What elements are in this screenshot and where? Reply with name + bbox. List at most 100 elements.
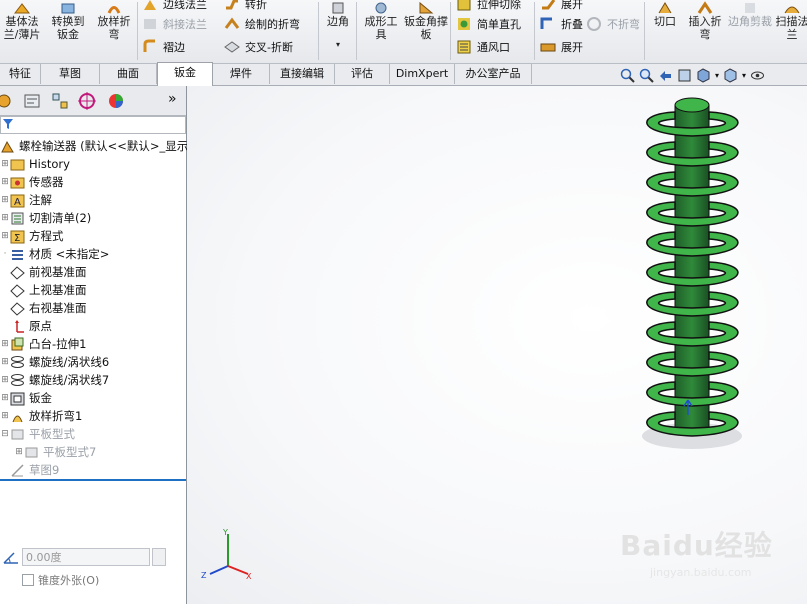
corner-trim-button[interactable]: 边角剪裁 <box>728 0 772 46</box>
tree-item-sketch9[interactable]: 草图9 <box>0 461 186 479</box>
tree-item-equations[interactable]: ⊞ Σ 方程式 <box>0 227 186 245</box>
expand-icon[interactable]: ⊞ <box>0 177 10 187</box>
corner-dropdown-icon[interactable]: ▾ <box>322 38 354 51</box>
fold-icon <box>540 17 552 29</box>
tab-weldments[interactable]: 焊件 <box>213 64 270 84</box>
expand-icon[interactable]: ⊞ <box>0 195 10 205</box>
expand-icon[interactable]: ⊞ <box>14 447 24 457</box>
tree-item-origin[interactable]: 原点 <box>0 317 186 335</box>
collapse-icon[interactable]: ⊟ <box>0 429 10 439</box>
configuration-manager-icon[interactable] <box>50 91 70 111</box>
simple-hole-button[interactable]: 简单直孔 <box>456 14 521 34</box>
expand-icon[interactable]: ⊞ <box>0 339 10 349</box>
tab-surfaces[interactable]: 曲面 <box>100 64 157 84</box>
no-bends-button[interactable]: 不折弯 <box>586 14 640 34</box>
insert-bends-button[interactable]: 插入折弯 <box>684 0 726 46</box>
flatten-button[interactable]: 展开 <box>540 37 583 57</box>
tree-item-flat-pattern[interactable]: ⊟ 平板型式 <box>0 425 186 443</box>
panel-divider[interactable] <box>0 479 186 481</box>
unfold-button[interactable]: 展开 <box>540 0 583 14</box>
tree-item-sensors[interactable]: ⊞ 传感器 <box>0 173 186 191</box>
panel-expand-icon[interactable]: » <box>168 91 177 107</box>
gusset-button[interactable]: 钣金角撑板 <box>404 0 448 46</box>
corner-button[interactable]: 边角 ▾ <box>322 0 354 49</box>
cross-break-button[interactable]: 交叉-折断 <box>224 37 293 57</box>
zoom-area-icon[interactable] <box>639 68 654 83</box>
rip-button[interactable]: 切口 <box>648 0 682 46</box>
tree-item-sheet-metal[interactable]: ⊞ 钣金 <box>0 389 186 407</box>
expand-icon[interactable]: ⊞ <box>0 411 10 421</box>
tree-item-label: 注解 <box>29 193 52 207</box>
hem-button[interactable]: 褶边 <box>142 37 185 57</box>
expand-icon[interactable]: ⊞ <box>0 213 10 223</box>
section-view-icon[interactable] <box>677 68 692 83</box>
tree-item-helix6[interactable]: ⊞ 螺旋线/涡状线6 <box>0 353 186 371</box>
sketched-bend-button[interactable]: 绘制的折弯 <box>224 14 300 34</box>
history-folder-icon <box>10 159 25 170</box>
corner-icon <box>332 2 344 14</box>
tree-item-label: 切割清单(2) <box>29 211 92 225</box>
annotations-folder-icon: A <box>10 194 25 208</box>
feature-tree-icon[interactable] <box>0 91 16 111</box>
taper-checkbox[interactable]: 锥度外张(O) <box>22 572 99 588</box>
tab-dimxpert[interactable]: DimXpert <box>390 64 455 84</box>
property-manager-icon[interactable] <box>22 91 42 111</box>
tree-item-boss-extrude1[interactable]: ⊞ 凸台-拉伸1 <box>0 335 186 353</box>
tab-sheet-metal[interactable]: 钣金 <box>157 62 213 86</box>
tree-item-front-plane[interactable]: 前视基准面 <box>0 263 186 281</box>
tree-item-label: 传感器 <box>29 175 64 189</box>
tab-sketch[interactable]: 草图 <box>41 64 100 84</box>
filter-icon <box>3 119 13 129</box>
tab-direct-editing[interactable]: 直接编辑 <box>270 64 335 84</box>
fold-button[interactable]: 折叠 <box>540 14 583 34</box>
edge-flange-button[interactable]: 边线法兰 <box>142 0 207 14</box>
extruded-cut-button[interactable]: 拉伸切除 <box>456 0 521 14</box>
zoom-to-fit-icon[interactable] <box>620 68 635 83</box>
convert-sheet-button[interactable]: 转换到钣金 <box>47 0 89 46</box>
tree-filter[interactable] <box>0 116 186 134</box>
tree-item-annotations[interactable]: ⊞ A 注解 <box>0 191 186 209</box>
base-flange-button[interactable]: 基体法兰/薄片 <box>0 0 44 46</box>
vent-button[interactable]: 通风口 <box>456 37 510 57</box>
tree-item-cut-list[interactable]: ⊞ 切割清单(2) <box>0 209 186 227</box>
tab-evaluate[interactable]: 评估 <box>335 64 390 84</box>
tree-item-helix7[interactable]: ⊞ 螺旋线/涡状线7 <box>0 371 186 389</box>
tree-item-label: 右视基准面 <box>29 301 87 315</box>
dimxpert-manager-icon[interactable] <box>77 91 97 111</box>
watermark-url: jingyan.baidu.com <box>650 566 752 579</box>
hide-show-icon[interactable] <box>750 68 765 83</box>
tree-item-flat-pattern7[interactable]: ⊞ 平板型式7 <box>14 443 200 461</box>
tree-root[interactable]: 螺栓输送器 (默认<<默认>_显示 <box>0 137 188 155</box>
forming-tool-button[interactable]: 成形工具 <box>360 0 402 46</box>
tree-item-history[interactable]: ⊞ History <box>0 155 186 173</box>
sketched-bend-icon <box>224 17 240 29</box>
previous-view-icon[interactable] <box>658 68 673 83</box>
tree-item-right-plane[interactable]: 右视基准面 <box>0 299 186 317</box>
draft-angle-input[interactable]: 0.00度 <box>22 548 150 566</box>
tree-item-material[interactable]: · 材质 <未指定> <box>0 245 186 263</box>
tab-office-products[interactable]: 办公室产品 <box>455 64 532 84</box>
dropdown-icon[interactable]: ▾ <box>742 71 746 80</box>
expand-icon[interactable]: ⊞ <box>0 393 10 403</box>
draft-angle-spinner[interactable] <box>152 548 166 566</box>
display-style-icon[interactable] <box>723 68 738 83</box>
expand-icon[interactable]: ⊞ <box>0 357 10 367</box>
tree-item-top-plane[interactable]: 上视基准面 <box>0 281 186 299</box>
tree-item-lofted-bend1[interactable]: ⊞ 放样折弯1 <box>0 407 186 425</box>
tab-features[interactable]: 特征 <box>0 64 41 84</box>
jog-button[interactable]: 转折 <box>224 0 267 14</box>
screw-conveyor-model[interactable] <box>630 90 750 460</box>
view-orientation-icon[interactable] <box>696 68 711 83</box>
dropdown-icon[interactable]: ▾ <box>715 71 719 80</box>
expand-icon[interactable]: ⊞ <box>0 375 10 385</box>
miter-flange-button[interactable]: 斜接法兰 <box>142 14 207 34</box>
expand-icon[interactable]: ⊞ <box>0 159 10 169</box>
gusset-label: 钣金角撑板 <box>404 15 448 41</box>
scan-flange-button[interactable]: 扫描法兰 <box>774 0 807 46</box>
checkbox-box[interactable] <box>22 574 34 586</box>
lofted-bend-button[interactable]: 放样折弯 <box>93 0 135 46</box>
display-manager-icon[interactable] <box>106 91 126 111</box>
expand-icon[interactable]: ⊞ <box>0 231 10 241</box>
triad-y-label: Y <box>222 528 228 537</box>
insert-bends-label: 插入折弯 <box>688 15 722 41</box>
